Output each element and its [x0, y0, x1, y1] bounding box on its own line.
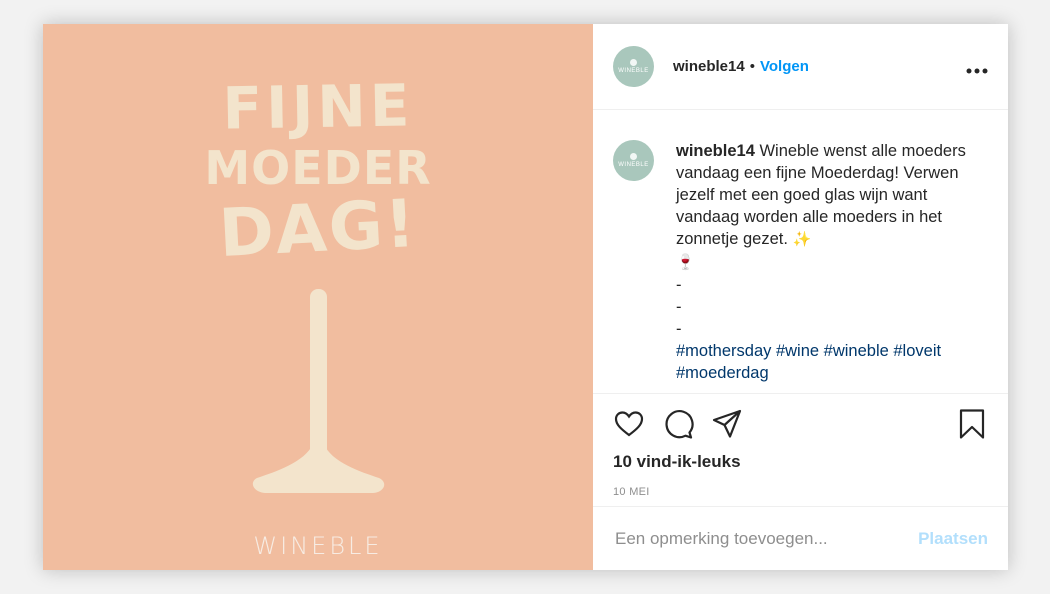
avatar-logo-icon	[630, 153, 637, 160]
headline-line-2: MOEDER	[204, 141, 432, 195]
caption-dash: -	[676, 320, 682, 338]
hashtags[interactable]: #mothersday #wine #wineble #loveit #moed…	[676, 342, 941, 382]
action-icons	[613, 408, 988, 440]
like-count[interactable]: 10 vind-ik-leuks	[613, 452, 988, 472]
follow-button[interactable]: Volgen	[760, 58, 809, 75]
post-date[interactable]: 10 MEI	[613, 486, 988, 498]
wine-emoji: 🍷	[676, 254, 695, 271]
caption-username[interactable]: wineble14	[676, 142, 755, 160]
post-comment-button[interactable]: Plaatsen	[918, 529, 988, 549]
post-sidebar: WINEBLE wineble14 • Volgen WINEBLE wineb…	[593, 24, 1008, 570]
comment-section: Plaatsen	[593, 507, 1008, 570]
headline-line-1: FIJNE	[221, 71, 415, 143]
caption-text: wineble14 Wineble wenst alle moeders van…	[676, 140, 976, 393]
avatar[interactable]: WINEBLE	[613, 46, 654, 87]
comment-icon[interactable]	[662, 408, 694, 440]
avatar-logo-icon	[630, 59, 637, 66]
caption-dash: -	[676, 298, 682, 316]
brand-logo: WINEBLE	[253, 532, 383, 560]
caption-section: WINEBLE wineble14 Wineble wenst alle moe…	[593, 110, 1008, 394]
username-link[interactable]: wineble14	[673, 58, 745, 75]
share-icon[interactable]	[711, 408, 743, 440]
comment-input[interactable]	[613, 527, 919, 550]
caption-dash: -	[676, 276, 682, 294]
post-image[interactable]: FIJNE MOEDER DAG! WINEBLE	[43, 24, 593, 570]
avatar-text: WINEBLE	[618, 162, 649, 168]
avatar-text: WINEBLE	[618, 68, 649, 74]
heart-icon[interactable]	[613, 408, 645, 440]
caption-avatar[interactable]: WINEBLE	[613, 140, 654, 181]
instagram-post: FIJNE MOEDER DAG! WINEBLE WINEBLE winebl…	[43, 24, 1008, 570]
post-header: WINEBLE wineble14 • Volgen	[593, 24, 1008, 110]
sparkle-emoji: ✨	[792, 231, 812, 248]
actions-section: 10 vind-ik-leuks 10 MEI	[593, 394, 1008, 507]
separator-dot: •	[749, 58, 755, 75]
more-options-icon[interactable]	[966, 56, 988, 78]
bookmark-icon[interactable]	[956, 408, 988, 440]
